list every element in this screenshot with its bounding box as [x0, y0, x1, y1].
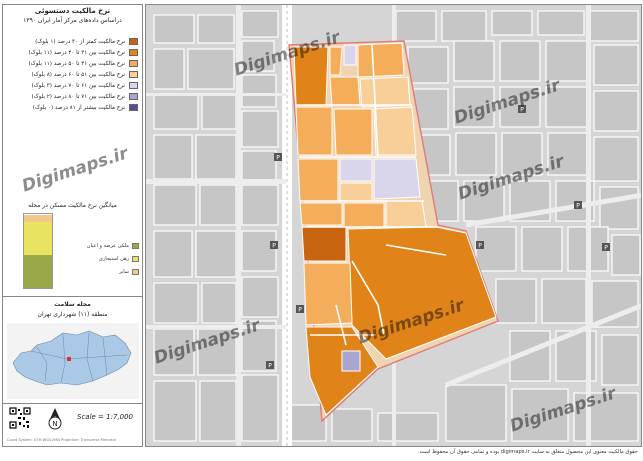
legend-label: نرخ مالکیت بین ۵۱ تا ۶۰ درصد (۸ بلوک): [31, 71, 125, 78]
ownership-block: [343, 44, 357, 66]
ownership-block: [385, 200, 427, 230]
svg-text:P: P: [276, 155, 280, 162]
map-canvas[interactable]: P P P P P P P P: [145, 4, 642, 447]
bar-legend-label: رهن استیجاری: [98, 255, 129, 262]
legend-item: نرخ مالکیت بین ۷۱ تا ۸۰ درصد (۲ بلوک): [6, 91, 138, 102]
legend-swatch: [129, 60, 138, 67]
ownership-block: [297, 158, 339, 202]
ownership-block: [373, 106, 417, 156]
ownership-block: [339, 158, 373, 182]
ownership-block: [359, 76, 411, 108]
legend-item: نرخ مالکیت بین ۵۱ تا ۶۰ درصد (۸ بلوک): [6, 69, 138, 80]
legend-swatch: [129, 93, 138, 100]
north-arrow-icon: N: [48, 408, 62, 430]
legend-item: نرخ مالکیت بین ۴۱ تا ۵۰ درصد (۱۱ بلوک): [6, 58, 138, 69]
legend-item: نرخ مالکیت کمتر از ۳۰ درصد (۱ بلوک): [6, 36, 138, 47]
parking-icon: P: [602, 243, 610, 252]
bar-legend-item: سایر: [63, 265, 139, 278]
ownership-block: [329, 76, 361, 106]
bar-legend-label: ملکی عرصه و اعیان: [86, 242, 129, 249]
ownership-block: [341, 350, 361, 372]
panel-subtitle: دراساس داده‌های مرکز آمار ایران ۱۳۹۰: [23, 17, 122, 24]
legend-label: نرخ مالکیت کمتر از ۳۰ درصد (۱ بلوک): [35, 38, 125, 45]
panel-title: نرخ مالکیت دستسوئی: [34, 7, 111, 15]
ownership-block: [299, 202, 343, 226]
legend-swatch: [129, 49, 138, 56]
ownership-block: [329, 46, 343, 76]
ownership-block: [301, 226, 347, 262]
bar-segment: [24, 222, 52, 255]
location-title: محله سلامت: [54, 301, 91, 308]
map-svg: P P P P P P P P: [146, 5, 641, 446]
parking-icon: P: [274, 153, 282, 162]
copyright-note: حقوق مالکیت معنوی این محصول متعلق به سای…: [417, 449, 638, 455]
parking-icon: P: [270, 241, 278, 250]
legend-swatch: [129, 71, 138, 78]
ownership-block: [295, 106, 333, 156]
legend-swatch: [129, 82, 138, 89]
legend-label: نرخ مالکیت بین ۷۱ تا ۸۰ درصد (۲ بلوک): [31, 93, 125, 100]
parking-icon: P: [296, 305, 304, 314]
svg-text:P: P: [478, 243, 482, 250]
qr-code-icon: [9, 407, 31, 429]
map-sheet: نرخ مالکیت دستسوئی دراساس داده‌های مرکز …: [0, 0, 643, 461]
bar-legend: ملکی عرصه و اعیان رهن استیجاری سایر: [63, 239, 139, 278]
ownership-block: [343, 202, 385, 228]
north-letter: N: [52, 420, 57, 428]
bar-legend-item: رهن استیجاری: [63, 252, 139, 265]
legend-label: نرخ مالکیت بیشتر از ۸۱ درصد (۰ بلوک): [32, 104, 125, 111]
svg-text:P: P: [298, 307, 302, 314]
bar-legend-label: سایر: [119, 268, 129, 275]
svg-text:P: P: [272, 243, 276, 250]
svg-text:P: P: [268, 363, 272, 370]
legend-list: نرخ مالکیت کمتر از ۳۰ درصد (۱ بلوک) نرخ …: [6, 36, 138, 113]
divider: [3, 403, 142, 404]
bar-chart-title: میانگین نرخ مالکیت مسکن در محله: [28, 202, 117, 209]
bar-segment: [24, 255, 52, 288]
ownership-block: [373, 158, 421, 200]
ownership-block: [339, 182, 373, 202]
bar-legend-item: ملکی عرصه و اعیان: [63, 239, 139, 252]
bar-legend-swatch: [132, 255, 139, 262]
legend-item: نرخ مالکیت بین ۳۱ تا ۴۰ درصد (۱۱ بلوک): [6, 47, 138, 58]
legend-label: نرخ مالکیت بین ۶۱ تا ۷۰ درصد (۳ بلوک): [31, 82, 125, 89]
legend-item: نرخ مالکیت بیشتر از ۸۱ درصد (۰ بلوک): [6, 102, 138, 113]
parking-icon: P: [574, 201, 582, 210]
parking-icon: P: [266, 361, 274, 370]
scale-text: Scale = 1:7,000: [77, 413, 133, 421]
bar-segment: [24, 215, 52, 222]
legend-label: نرخ مالکیت بین ۳۱ تا ۴۰ درصد (۱۱ بلوک): [28, 49, 125, 56]
location-subtitle: منطقه (۱۱) شهرداری تهران: [37, 311, 108, 318]
bar-legend-swatch: [132, 242, 139, 249]
svg-text:P: P: [604, 245, 608, 252]
legend-panel: نرخ مالکیت دستسوئی دراساس داده‌های مرکز …: [2, 4, 143, 447]
divider: [3, 296, 142, 297]
ownership-block: [333, 108, 373, 156]
ownership-block: [357, 42, 405, 78]
parking-icon: P: [476, 241, 484, 250]
stacked-bar: [23, 213, 53, 289]
legend-label: نرخ مالکیت بین ۴۱ تا ۵۰ درصد (۱۱ بلوک): [28, 60, 125, 67]
svg-text:P: P: [576, 203, 580, 210]
locator-map: [7, 323, 139, 399]
bar-legend-swatch: [132, 268, 139, 275]
legend-item: نرخ مالکیت بین ۶۱ تا ۷۰ درصد (۳ بلوک): [6, 80, 138, 91]
ownership-block: [303, 262, 353, 326]
legend-swatch: [129, 104, 138, 111]
legend-swatch: [129, 38, 138, 45]
coord-system-note: Coord System: UTM WGS1984 Projection: Tr…: [7, 438, 117, 442]
